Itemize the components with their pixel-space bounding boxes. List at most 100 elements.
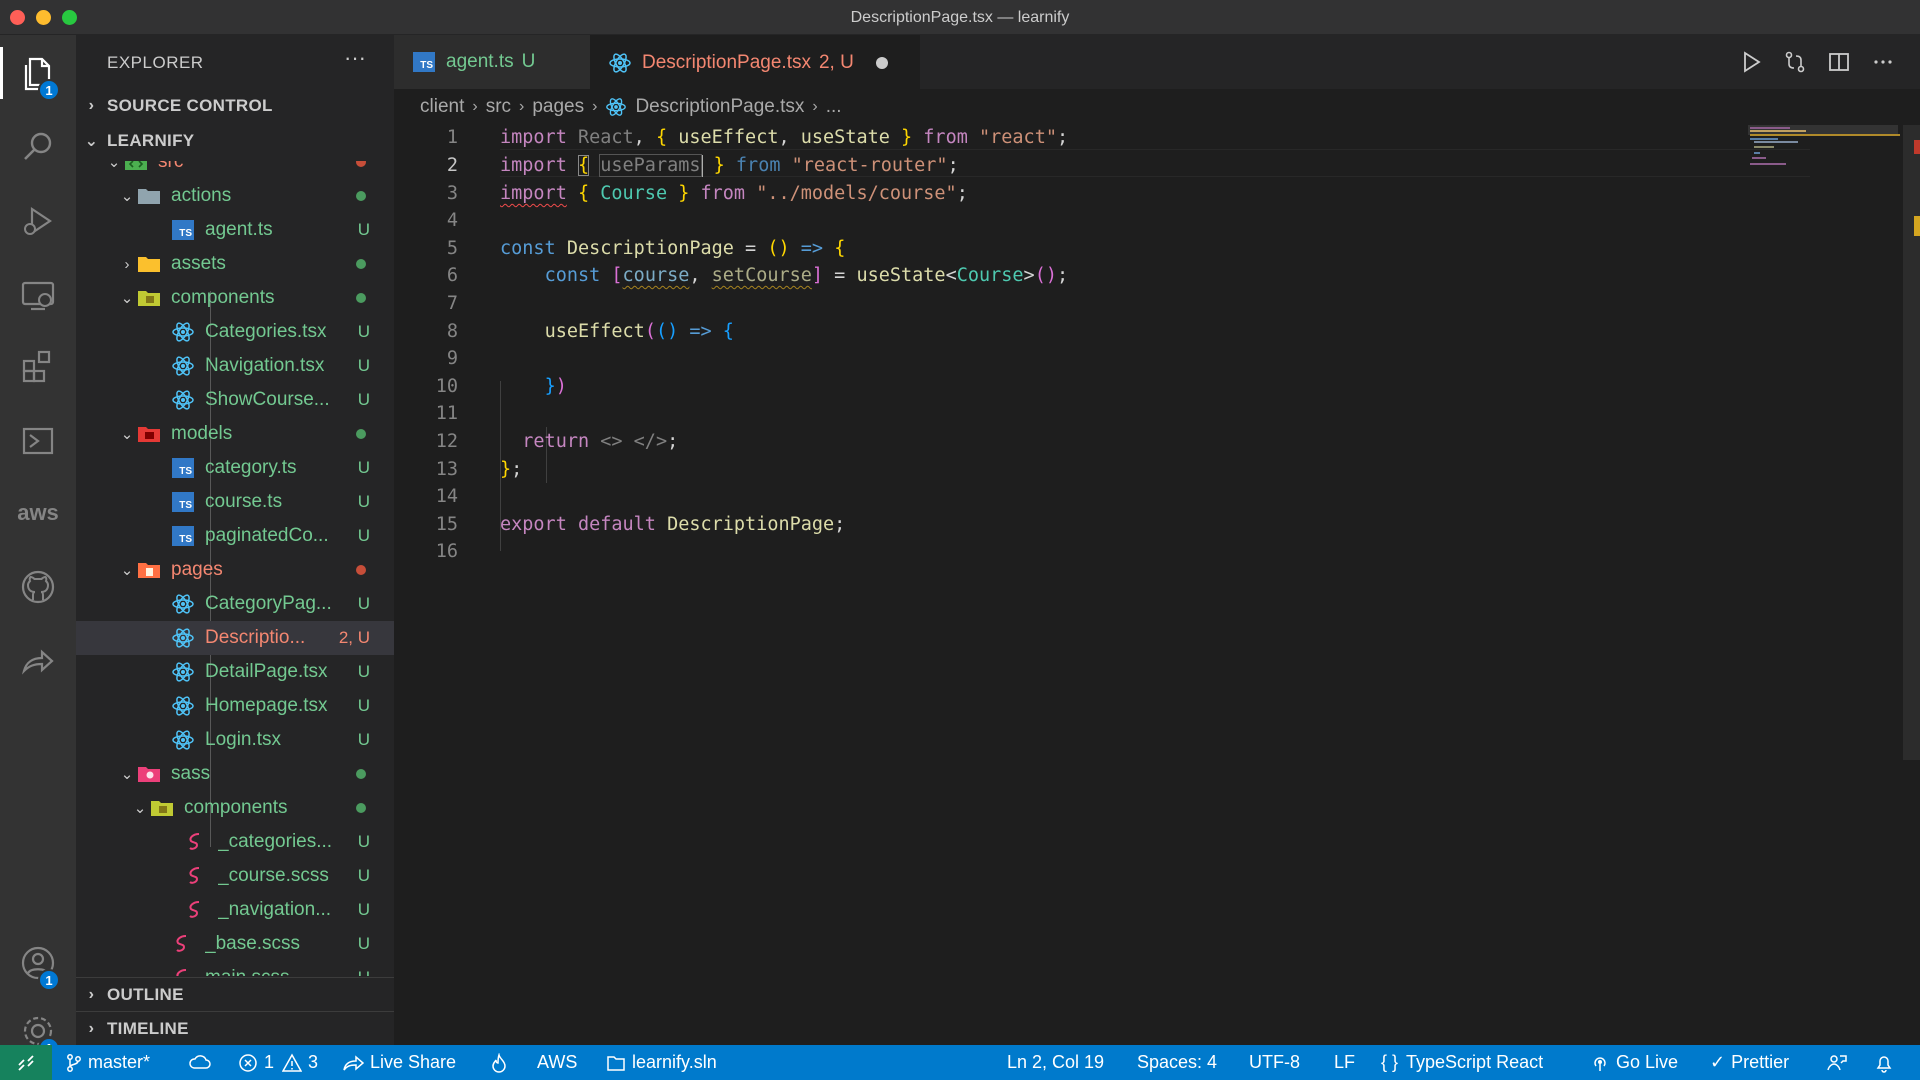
line-number: 3 [446,183,458,204]
aws-activity[interactable]: aws [0,481,76,545]
tree-item-status: U [357,492,370,511]
tree-item-label: paginatedCo... [205,525,329,546]
breadcrumb-item[interactable]: src [486,96,511,118]
tree-item-status: U [357,356,370,375]
react-file-icon [171,694,195,718]
more-actions-button[interactable] [1868,47,1898,77]
cursor-position-item[interactable]: Ln 2, Col 19 [1007,1045,1104,1080]
tree-file-homepage-tsx[interactable]: Homepage.tsx U [76,689,394,723]
tree-folder-src[interactable]: ⌄ src [76,161,394,179]
open-changes-button[interactable] [1780,47,1810,77]
tree-file-showcourse-tsx[interactable]: ShowCourse... U [76,383,394,417]
tree-folder-sass[interactable]: ⌄ sass [76,757,394,791]
folder-components-icon [150,796,174,820]
search-activity[interactable] [0,115,76,179]
problems-item[interactable]: 1 3 [238,1045,318,1080]
encoding-item[interactable]: UTF-8 [1249,1045,1300,1080]
flame-item[interactable] [490,1045,514,1080]
tree-file-base-scss[interactable]: _base.scss U [76,927,394,961]
tab-agent-ts[interactable]: TS agent.ts U [394,35,590,89]
tree-file-course-scss[interactable]: _course.scss U [76,859,394,893]
tree-file-main-scss[interactable]: main.scss U [76,961,394,976]
tree-file-categorypage-tsx[interactable]: CategoryPag... U [76,587,394,621]
tree-folder-assets[interactable]: › assets [76,247,394,281]
tree-file-detailpage-tsx[interactable]: DetailPage.tsx U [76,655,394,689]
timeline-section[interactable]: › TIMELINE [76,1011,394,1045]
chevron-right-icon: › [88,985,95,1003]
live-share-label: Live Share [370,1052,457,1072]
tree-item-status [344,288,394,308]
notifications-button[interactable] [1874,1045,1900,1080]
accounts-activity[interactable]: 1 [0,931,76,995]
code-token: Course [600,183,668,204]
code-line-6: const [course, setCourse] = useState<Cou… [544,265,1069,286]
git-branch-icon [67,1053,81,1072]
prettier-item[interactable]: ✓ Prettier [1710,1045,1789,1080]
live-share-icon [343,1054,364,1071]
indentation-item[interactable]: Spaces: 4 [1137,1045,1217,1080]
code-token: export [500,514,567,535]
run-button[interactable] [1736,47,1766,77]
split-editor-button[interactable] [1824,47,1854,77]
folder-components-icon [137,286,161,310]
breadcrumb-item[interactable]: ... [826,96,842,118]
eol-item[interactable]: LF [1334,1045,1355,1080]
source-control-section[interactable]: › SOURCE CONTROL [76,89,394,123]
tree-folder-actions[interactable]: ⌄ actions [76,179,394,213]
eol-label: LF [1334,1052,1356,1072]
chevron-down-icon: ⌄ [120,290,134,307]
github-activity[interactable] [0,555,76,619]
typescript-file-icon: TS [412,50,436,74]
tab-descriptionpage-tsx[interactable]: DescriptionPage.tsx 2, U [590,35,920,89]
code-line-2: import { useParams } from "react-router"… [500,154,959,177]
live-share-item[interactable]: Live Share [342,1045,456,1080]
git-branch-item[interactable]: master* [66,1045,150,1080]
git-branch-label: master* [88,1052,151,1072]
extensions-activity[interactable] [0,335,76,399]
explorer-activity[interactable]: 1 [0,41,76,105]
tree-file-agent-ts[interactable]: TS agent.ts U [76,213,394,247]
tree-file-descriptionpage-tsx[interactable]: Descriptio... 2, U [76,621,394,655]
outline-section-label: OUTLINE [107,984,184,1004]
code-line-1: import React, { useEffect, useState } fr… [500,127,1069,148]
chevron-right-icon: › [472,98,478,115]
go-live-item[interactable]: Go Live [1590,1045,1678,1080]
minimap[interactable] [1748,125,1903,1045]
tree-file-categories-scss[interactable]: _categories... U [76,825,394,859]
typescript-file-icon: TS [171,218,195,242]
tree-file-navigation-scss[interactable]: _navigation... U [76,893,394,927]
tree-folder-pages[interactable]: ⌄ pages [76,553,394,587]
sync-button[interactable] [188,1045,218,1080]
tree-folder-sass-components[interactable]: ⌄ components [76,791,394,825]
tree-file-paginatedcourse-ts[interactable]: TS paginatedCo... U [76,519,394,553]
line-number: 10 [435,376,458,397]
outline-section[interactable]: › OUTLINE [76,977,394,1011]
solution-item[interactable]: learnify.sln [606,1045,717,1080]
tree-file-course-ts[interactable]: TS course.ts U [76,485,394,519]
remote-indicator[interactable] [0,1045,52,1080]
tree-folder-models[interactable]: ⌄ models [76,417,394,451]
tree-file-categories-tsx[interactable]: Categories.tsx U [76,315,394,349]
breadcrumb-item[interactable]: client [420,96,464,118]
tree-folder-components[interactable]: ⌄ components [76,281,394,315]
tree-item-status [344,764,394,784]
tree-file-navigation-tsx[interactable]: Navigation.tsx U [76,349,394,383]
folder-src-icon [124,161,148,174]
breadcrumb-item[interactable]: pages [532,96,584,118]
feedback-button[interactable] [1826,1045,1854,1080]
breadcrumb-item[interactable]: DescriptionPage.tsx [635,96,804,118]
aws-status-item[interactable]: AWS [537,1045,577,1080]
remote-explorer-activity[interactable] [0,263,76,327]
tab-label: DescriptionPage.tsx [642,51,811,73]
explorer-more-button[interactable]: ··· [344,45,366,71]
unsaved-changes-dot-icon[interactable] [875,56,888,69]
tree-file-login-tsx[interactable]: Login.tsx U [76,723,394,757]
project-section[interactable]: ⌄ LEARNIFY [76,124,394,158]
run-debug-activity[interactable] [0,189,76,253]
tree-item-status: U [357,322,370,341]
tree-file-category-ts[interactable]: TS category.ts U [76,451,394,485]
live-share-activity[interactable] [0,629,76,693]
language-mode-item[interactable]: { } TypeScript React [1381,1045,1543,1080]
terminal-activity[interactable] [0,409,76,473]
code-editor[interactable]: 1 2 3 4 5 6 7 8 9 10 11 12 13 14 15 16 i… [394,125,1920,1045]
